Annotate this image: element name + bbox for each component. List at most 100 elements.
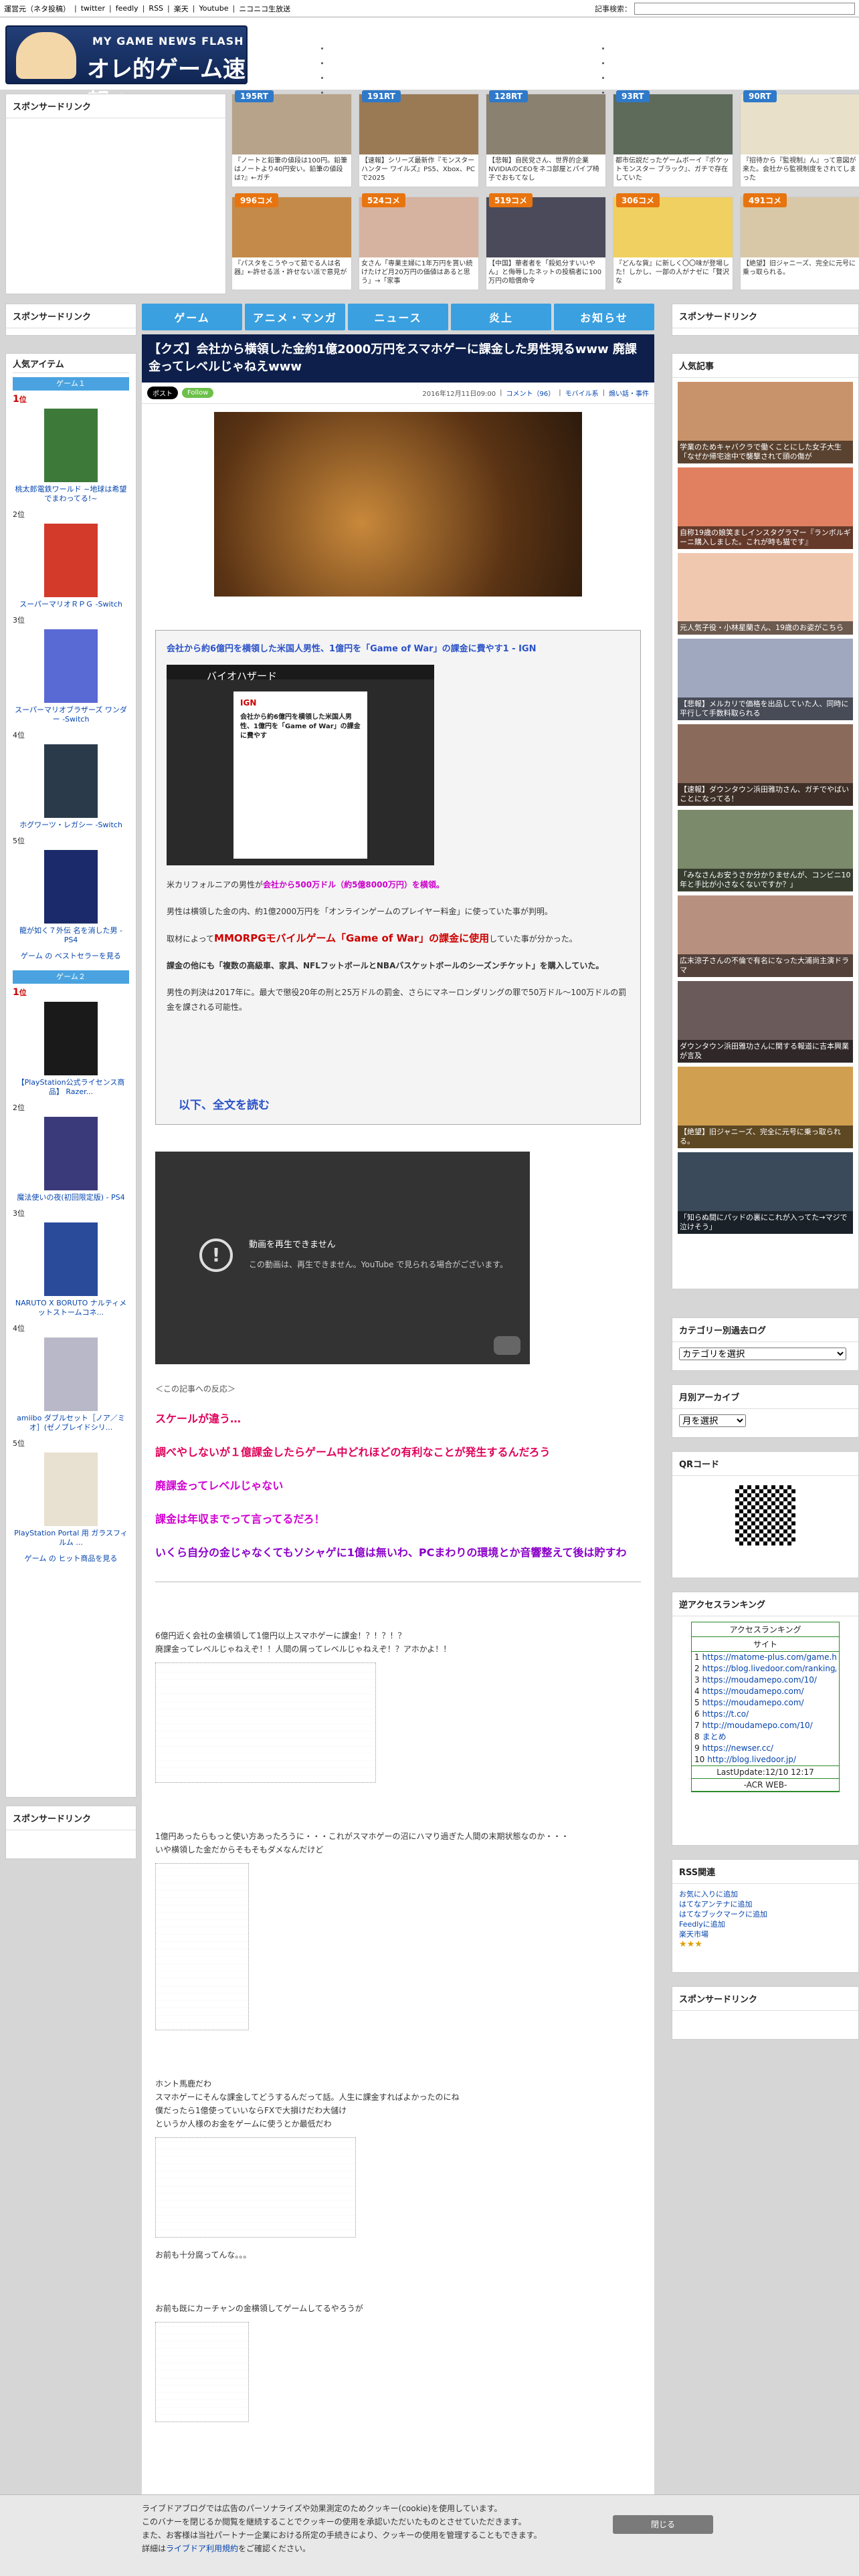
rss-link[interactable]: お気に入りに追加 [679, 1889, 852, 1899]
headline-bullet[interactable] [610, 71, 859, 86]
search-input[interactable] [634, 2, 855, 15]
follow-button[interactable]: Follow [182, 388, 214, 398]
rank-item: ホグワーツ・レガシー -Switch [13, 744, 129, 830]
product-link[interactable]: amiibo ダブルセット［ノア／ミオ］(ゼノブレイドシリ... [13, 1414, 129, 1432]
headline-bullet[interactable] [329, 56, 602, 71]
rss-link[interactable]: はてなアンテナに追加 [679, 1899, 852, 1909]
hit-products-link[interactable]: ゲーム の ヒット商品を見る [13, 1554, 129, 1564]
link-youtube[interactable]: Youtube [199, 4, 228, 13]
product-link[interactable]: スーパーマリオブラザーズ ワンダー -Switch [13, 706, 129, 724]
cookie-close-button[interactable]: 閉じる [613, 2515, 713, 2534]
trending-item[interactable]: 524コメ 女さん「専業主婦に1年万円を貰い続けたけど月20万円の価値はあると思う… [359, 193, 479, 290]
main-nav: ゲーム アニメ・マンガ ニュース 炎上 お知らせ [142, 304, 654, 330]
product-image[interactable] [44, 850, 98, 924]
headline-bullet[interactable] [610, 56, 859, 71]
nav-anime-manga[interactable]: アニメ・マンガ [245, 304, 345, 330]
nav-enjo[interactable]: 炎上 [451, 304, 551, 330]
category-link[interactable]: 煽い話・事件 [609, 388, 649, 398]
trending-item[interactable]: 191RT 【速報】シリーズ最新作『モンスターハンター ワイルズ』PS5、Xbox… [359, 90, 479, 187]
link-rakuten[interactable]: 楽天 [174, 3, 189, 14]
popular-article[interactable]: 元人気子役・小林星蘭さん、19歳のお姿がこちら [678, 553, 853, 635]
popular-article[interactable]: 「みなさんお安うさか分かりませんが、コンビニ10年と手比が小さなくないですか？」 [678, 810, 853, 891]
product-link[interactable]: 龍が如く７外伝 名を消した男 - PS4 [13, 926, 129, 945]
headline-bullet[interactable] [329, 71, 602, 86]
link-rss[interactable]: RSS [149, 4, 163, 13]
product-link[interactable]: 桃太郎電鉄ワールド ~地球は希望でまわってる!~ [13, 485, 129, 504]
trending-item[interactable]: 996コメ 『パスタをこうやって茹でる人は名器』←許せる派・許せない派で意見が [231, 193, 352, 290]
acr-row: 8 まとめ [694, 1732, 727, 1741]
headline-bullet[interactable] [610, 41, 859, 56]
popular-article[interactable]: 広末涼子さんの不倫で有名になった大浦尚主演ドラマ [678, 895, 853, 977]
rt-badge: 128RT [489, 90, 528, 102]
category-select[interactable]: カテゴリを選択 [679, 1348, 846, 1360]
bestseller-link[interactable]: ゲーム の ベストセラーを見る [13, 952, 129, 961]
qr-code-icon [735, 1485, 795, 1545]
popular-article[interactable]: ダウンタウン浜田雅功さんに関する報道に吉本興業が言及 [678, 981, 853, 1063]
product-image[interactable] [44, 1002, 98, 1075]
rss-link[interactable]: はてなブックマークに追加 [679, 1909, 852, 1919]
rank-1: 1位 [13, 987, 27, 998]
qr-title: QRコード [672, 1452, 858, 1476]
popular-article[interactable]: 学業のためキャバクラで働くことにした女子大生「なぜか帰宅途中で襲撃されて頭の傷が [678, 382, 853, 463]
site-logo[interactable]: MY GAME NEWS FLASH オレ的ゲーム速報@JIN [5, 25, 248, 115]
product-image[interactable] [44, 1117, 98, 1190]
link-feedly[interactable]: feedly [116, 4, 138, 13]
trending-item[interactable]: 195RT 『ノートと鉛筆の値段は100円。鉛筆はノートより40円安い。鉛筆の値段… [231, 90, 352, 187]
month-select[interactable]: 月を選択 [679, 1414, 746, 1427]
read-more-link[interactable]: 以下、全文を読む [179, 1095, 270, 1112]
popular-article[interactable]: 【絶望】旧ジャニーズ、完全に元号に乗っ取られる。 [678, 1067, 853, 1148]
trending-grid: 195RT 『ノートと鉛筆の値段は100円。鉛筆はノートより40円安い。鉛筆の値段… [226, 90, 859, 294]
product-image[interactable] [44, 524, 98, 597]
popular-items-title: 人気アイテム [13, 358, 129, 373]
product-link[interactable]: ホグワーツ・レガシー -Switch [13, 821, 129, 830]
youtube-embed[interactable]: ! 動画を再生できません この動画は、再生できません。YouTube で見られる… [155, 1152, 530, 1364]
thumb-image [741, 94, 859, 154]
product-image[interactable] [44, 629, 98, 703]
product-link[interactable]: 【PlayStation公式ライセンス商品】 Razer... [13, 1078, 129, 1097]
youtube-icon[interactable] [494, 1336, 520, 1355]
trending-item[interactable]: 128RT 【悲報】自民党さん、世界的企業NVIDIAのCEOをネコ部屋とパイプ椅… [486, 90, 606, 187]
trending-item[interactable]: 306コメ 『どんな貨』に新しく〇〇味が登場した！しかし、一部の人がナゼに「贅沢な [613, 193, 733, 290]
product-link[interactable]: 魔法使いの夜(初回限定版) - PS4 [13, 1193, 129, 1202]
link-twitter[interactable]: twitter [81, 4, 105, 13]
product-image[interactable] [44, 409, 98, 482]
comment-badge: 519コメ [489, 193, 533, 207]
trending-item[interactable]: 519コメ 【中国】華者者を「殺処分すいいやん」と侮辱したネットの投稿者に100万… [486, 193, 606, 290]
product-image[interactable] [44, 1453, 98, 1526]
rss-link[interactable]: 楽天市場 [679, 1929, 852, 1939]
trending-item[interactable]: 90RT 『招待から『監視制』ん』って意図が来た。会社から監視制度をされてしまった [740, 90, 859, 187]
video-error-title: 動画を再生できません [249, 1240, 336, 1250]
popular-article[interactable]: 【速報】ダウンタウン浜田雅功さん、ガチでやばいことになってる！ [678, 724, 853, 806]
quote-paragraph: 取材によってMMORPGモバイルゲーム「Game of War」の課金に使用して… [167, 932, 577, 944]
popular-article[interactable]: 「知らぬ間にパッドの裏にこれが入ってた→マジで泣けそう」 [678, 1152, 853, 1234]
access-ranking-table: アクセスランキング サイト 1 https://matome-plus.com/g… [691, 1622, 840, 1792]
rt-badge: 191RT [362, 90, 401, 102]
product-link[interactable]: スーパーマリオＲＰＧ -Switch [13, 600, 129, 609]
aa-block: ホント馬鹿だわ スマホゲーにそんな課金してどうするんだって話。人生に課金すればよか… [155, 2079, 460, 2260]
nav-news[interactable]: ニュース [348, 304, 448, 330]
trending-item[interactable]: 491コメ 【絶望】旧ジャニーズ、完全に元号に乗っ取られる。 [740, 193, 859, 290]
thumb-caption: 『どんな貨』に新しく〇〇味が登場した！しかし、一部の人がナゼに「贅沢な [615, 260, 729, 285]
popular-article[interactable]: 【悲報】メルカリで価格を出品していた人、同時に平行して手数料取られる [678, 639, 853, 720]
category-link[interactable]: モバイル系 [565, 388, 599, 398]
quote-heading[interactable]: 会社から約6億円を横領した米国人男性、1億円を「Game of War」の課金に… [167, 641, 630, 654]
product-image[interactable] [44, 744, 98, 818]
popular-article[interactable]: 自称19歳の娘笑ましインスタグラマー『ランボルギーニ購入しました。これが時も猫で… [678, 467, 853, 549]
nav-game[interactable]: ゲーム [142, 304, 242, 330]
comment-count-link[interactable]: コメント（96） [506, 388, 555, 398]
link-operator[interactable]: 運営元（ネタ投稿） [4, 3, 70, 14]
acr-row: 6 https://t.co/ [694, 1709, 749, 1719]
headline-bullet[interactable] [329, 41, 602, 56]
nav-notice[interactable]: お知らせ [554, 304, 654, 330]
link-niconico[interactable]: ニコニコ生放送 [239, 3, 290, 14]
terms-link[interactable]: ライブドア利用規約 [166, 2544, 238, 2553]
product-image[interactable] [44, 1337, 98, 1411]
product-image[interactable] [44, 1222, 98, 1296]
rss-link[interactable]: Feedlyに追加 [679, 1919, 852, 1929]
product-link[interactable]: NARUTO X BORUTO ナルティメットストームコネ... [13, 1299, 129, 1317]
cookie-text: また、お客様は当社パートナー企業における所定の手続きにより、クッキーの使用を管理… [142, 2531, 542, 2540]
trending-item[interactable]: 93RT 都市伝説だったゲームボーイ『ポケットモンスター ブラック』、ガチで存在し… [613, 90, 733, 187]
product-link[interactable]: PlayStation Portal 用 ガラスフィルム ... [13, 1529, 129, 1547]
acr-foot[interactable]: -ACR WEB- [692, 1779, 839, 1792]
tweet-button[interactable]: ポスト [147, 387, 178, 399]
